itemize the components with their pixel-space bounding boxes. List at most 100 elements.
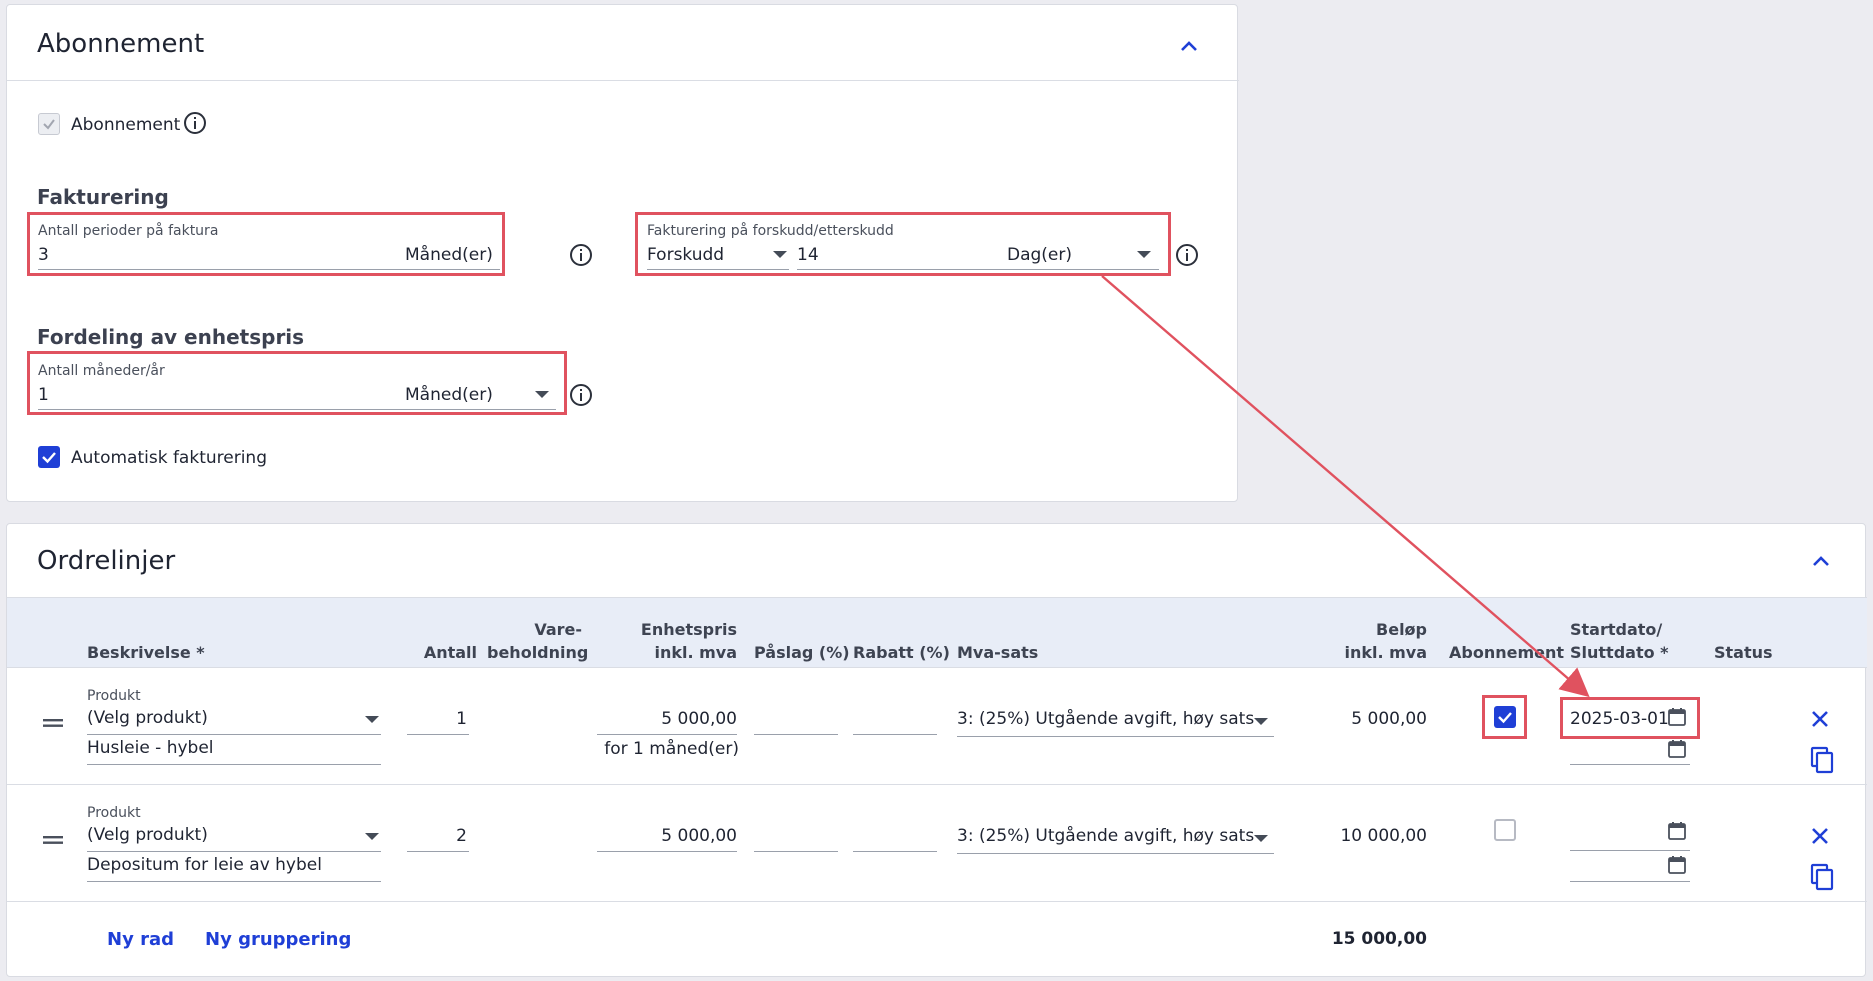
quantity-input[interactable]: 1	[407, 709, 467, 729]
chevron-up-icon[interactable]	[1811, 554, 1831, 568]
unit-price-underline	[597, 851, 737, 852]
header-amount-2: inkl. mva	[1344, 643, 1427, 662]
check-icon	[1498, 712, 1512, 724]
copy-icon[interactable]	[1810, 746, 1834, 774]
vat-underline	[957, 736, 1274, 737]
product-label: Produkt	[87, 688, 141, 704]
unit-price-input[interactable]: 5 000,00	[597, 826, 737, 846]
periods-field-label: Antall perioder på faktura	[38, 223, 219, 239]
drag-handle-icon[interactable]	[41, 834, 65, 846]
header-stock-2: beholdning	[487, 643, 589, 662]
info-icon[interactable]	[183, 111, 207, 135]
check-icon	[43, 119, 55, 130]
subscription-checkbox[interactable]	[38, 113, 60, 135]
caret-down-icon[interactable]	[365, 833, 379, 840]
order-lines-card: Ordrelinjer Beskrivelse * Antall Vare- b…	[6, 523, 1867, 977]
header-description: Beskrivelse *	[87, 643, 205, 662]
amount-value: 10 000,00	[1340, 826, 1427, 846]
advance-field-label: Fakturering på forskudd/etterskudd	[647, 223, 894, 239]
divider	[7, 80, 1239, 81]
months-field-label: Antall måneder/år	[38, 363, 165, 379]
subscription-checkbox-label: Abonnement	[71, 115, 181, 135]
header-dates-2: Sluttdato *	[1570, 643, 1669, 662]
markup-input[interactable]	[754, 851, 838, 852]
months-unit-select[interactable]: Måned(er)	[405, 385, 493, 405]
subscription-card-title: Abonnement	[37, 29, 205, 59]
info-icon[interactable]	[1175, 243, 1199, 267]
advance-mode-underline	[647, 269, 789, 270]
new-group-link[interactable]: Ny gruppering	[205, 929, 351, 950]
vat-select[interactable]: 3: (25%) Utgående avgift, høy sats	[957, 709, 1254, 729]
months-underline	[38, 409, 556, 410]
periods-input[interactable]: 3	[38, 245, 49, 265]
order-lines-title: Ordrelinjer	[37, 546, 176, 576]
caret-down-icon[interactable]	[773, 251, 787, 258]
header-vat: Mva-sats	[957, 643, 1039, 662]
advance-days-underline	[797, 269, 1159, 270]
caret-down-icon[interactable]	[535, 391, 549, 398]
header-status: Status	[1714, 643, 1773, 662]
row-subscription-checkbox[interactable]	[1494, 706, 1516, 728]
header-unit-price-1: Enhetspris	[640, 620, 737, 639]
header-dates-1: Startdato/	[1570, 620, 1663, 639]
periods-unit: Måned(er)	[405, 245, 493, 265]
advance-mode-select[interactable]: Forskudd	[647, 245, 724, 265]
advance-days-input[interactable]: 14	[797, 245, 819, 265]
start-date-input[interactable]: 2025-03-01	[1570, 709, 1669, 729]
caret-down-icon[interactable]	[1254, 718, 1268, 725]
product-underline	[87, 734, 381, 735]
drag-handle-icon[interactable]	[41, 717, 65, 729]
copy-icon[interactable]	[1810, 863, 1834, 891]
description-textarea[interactable]: Husleie - hybel	[87, 738, 214, 758]
check-icon	[42, 452, 56, 464]
quantity-input[interactable]: 2	[407, 826, 467, 846]
info-icon[interactable]	[569, 383, 593, 407]
close-icon[interactable]	[1809, 825, 1831, 847]
distribution-heading: Fordeling av enhetspris	[37, 325, 305, 349]
chevron-up-icon[interactable]	[1179, 39, 1199, 53]
product-select[interactable]: (Velg produkt)	[87, 825, 208, 845]
months-input[interactable]: 1	[38, 385, 49, 405]
discount-input[interactable]	[853, 851, 937, 852]
calendar-icon[interactable]	[1666, 706, 1688, 728]
quantity-underline	[407, 734, 469, 735]
header-subscription: Abonnement	[1449, 643, 1565, 662]
header-amount-1: Beløp	[1376, 620, 1427, 639]
price-note: for 1 måned(er)	[604, 739, 739, 759]
description-textarea[interactable]: Depositum for leie av hybel	[87, 855, 322, 875]
advance-unit-select[interactable]: Dag(er)	[1007, 245, 1072, 265]
end-date-input[interactable]	[1570, 881, 1690, 882]
calendar-icon[interactable]	[1666, 820, 1688, 842]
header-unit-price-2: inkl. mva	[654, 643, 737, 662]
caret-down-icon[interactable]	[1137, 251, 1151, 258]
periods-underline	[38, 269, 500, 270]
auto-invoice-label: Automatisk fakturering	[71, 448, 267, 468]
header-discount: Rabatt (%)	[853, 643, 950, 662]
vat-select[interactable]: 3: (25%) Utgående avgift, høy sats	[957, 826, 1254, 846]
invoicing-heading: Fakturering	[37, 185, 169, 209]
caret-down-icon[interactable]	[365, 716, 379, 723]
close-icon[interactable]	[1809, 708, 1831, 730]
advance-highlight	[635, 212, 1171, 276]
calendar-icon[interactable]	[1666, 854, 1688, 876]
unit-price-input[interactable]: 5 000,00	[597, 709, 737, 729]
description-underline	[87, 881, 381, 882]
product-underline	[87, 851, 381, 852]
calendar-icon[interactable]	[1666, 738, 1688, 760]
table-row	[7, 785, 1867, 902]
discount-input[interactable]	[853, 734, 937, 735]
quantity-underline	[407, 851, 469, 852]
periods-highlight	[27, 212, 505, 276]
row-subscription-checkbox[interactable]	[1494, 819, 1516, 841]
header-quantity: Antall	[423, 643, 477, 662]
auto-invoice-checkbox[interactable]	[38, 446, 60, 468]
end-date-input[interactable]	[1570, 764, 1690, 765]
new-row-link[interactable]: Ny rad	[107, 929, 174, 950]
info-icon[interactable]	[569, 243, 593, 267]
product-select[interactable]: (Velg produkt)	[87, 708, 208, 728]
markup-input[interactable]	[754, 734, 838, 735]
product-label: Produkt	[87, 805, 141, 821]
caret-down-icon[interactable]	[1254, 835, 1268, 842]
start-date-input[interactable]	[1570, 850, 1690, 851]
months-highlight	[27, 351, 567, 415]
